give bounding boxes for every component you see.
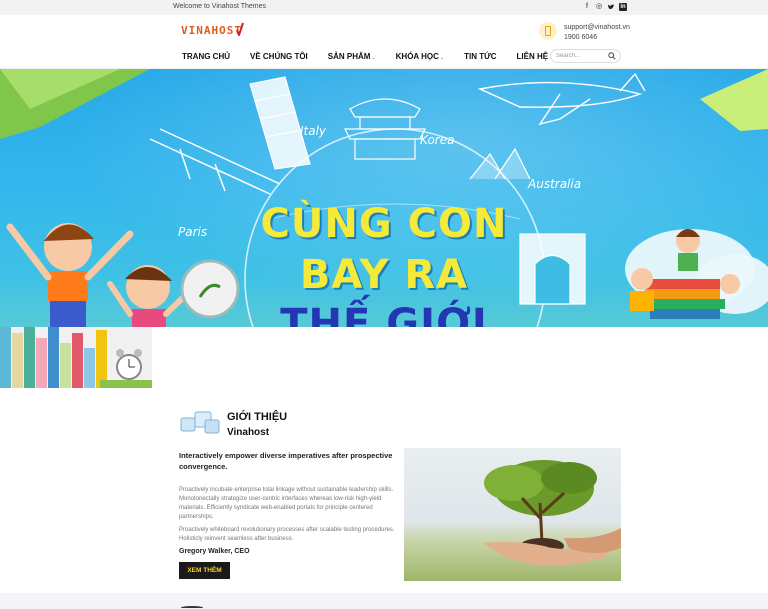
- about-lead-text: Interactively empower diverse imperative…: [179, 451, 393, 471]
- site-logo[interactable]: VINAHOST: [181, 24, 242, 37]
- nav-label: KHÓA HỌC: [395, 52, 439, 61]
- about-paragraph-1: Proactively incubate enterprise total li…: [179, 487, 394, 520]
- search-input[interactable]: [556, 51, 608, 61]
- top-bar: Welcome to Vinahost Themes f ◎ in: [0, 0, 768, 15]
- country-label-italy: Italy: [300, 124, 327, 138]
- contact-email[interactable]: support@vinahost.vn: [564, 24, 630, 31]
- nav-label: VỀ CHÚNG TÔI: [250, 52, 308, 61]
- chevron-down-icon: ⌄: [439, 55, 445, 61]
- nav-label: LIÊN HỆ: [516, 52, 549, 61]
- nav-item-news[interactable]: TIN TỨC: [464, 52, 496, 61]
- plant-in-hands-image: [404, 448, 621, 581]
- banner-headline-line2: BAY RA: [299, 252, 469, 298]
- next-section-band: [0, 593, 768, 609]
- logo-check-icon: [236, 22, 244, 36]
- nav-label: TIN TỨC: [464, 52, 497, 61]
- about-author: Gregory Walker, CEO: [179, 548, 250, 555]
- nav-label: TRANG CHỦ: [182, 52, 230, 61]
- banner-headline-line3: THẾ GIỚI: [280, 301, 488, 327]
- ice-cubes-icon: [180, 411, 220, 434]
- read-more-button[interactable]: XEM THÊM: [179, 562, 230, 579]
- nav-item-courses[interactable]: KHÓA HỌC⌄: [396, 52, 444, 61]
- country-label-korea: Korea: [420, 133, 455, 147]
- alarm-clock-icon: [116, 349, 142, 380]
- country-label-australia: Australia: [528, 177, 582, 191]
- chevron-down-icon: ⌄: [371, 55, 376, 61]
- linkedin-icon[interactable]: in: [619, 3, 627, 11]
- main-nav: TRANG CHỦ VỀ CHÚNG TÔI SẢN PHẨM⌄ KHÓA HỌ…: [182, 52, 568, 61]
- search-box: [550, 49, 621, 63]
- about-paragraph-2: Proactively whiteboard revolutionary pro…: [179, 527, 395, 542]
- phone-icon: [539, 22, 557, 40]
- welcome-text: Welcome to Vinahost Themes: [173, 3, 266, 10]
- search-icon[interactable]: [608, 52, 616, 60]
- twitter-icon[interactable]: [607, 3, 615, 11]
- nav-item-contact[interactable]: LIÊN HỆ: [517, 52, 549, 61]
- nav-item-home[interactable]: TRANG CHỦ: [182, 52, 230, 61]
- nav-item-about[interactable]: VỀ CHÚNG TÔI: [250, 52, 308, 61]
- instagram-icon[interactable]: ◎: [595, 3, 603, 11]
- nav-item-products[interactable]: SẢN PHẨM⌄: [328, 52, 376, 61]
- banner-headline-line1: CÙNG CON: [260, 201, 508, 247]
- contact-phone[interactable]: 1900 6046: [564, 34, 597, 41]
- hero-banner: Italy Korea Australia Paris CÙNG CON BAY…: [0, 69, 768, 327]
- section-subtitle: Vinahost: [227, 427, 270, 438]
- site-header: VINAHOST support@vinahost.vn 1900 6046 T…: [0, 15, 768, 69]
- books-image-strip: [0, 327, 152, 388]
- nav-label: SẢN PHẨM: [327, 52, 371, 61]
- social-links: f ◎ in: [583, 3, 627, 11]
- facebook-icon[interactable]: f: [583, 3, 591, 11]
- section-title: GIỚI THIỆU: [227, 411, 288, 423]
